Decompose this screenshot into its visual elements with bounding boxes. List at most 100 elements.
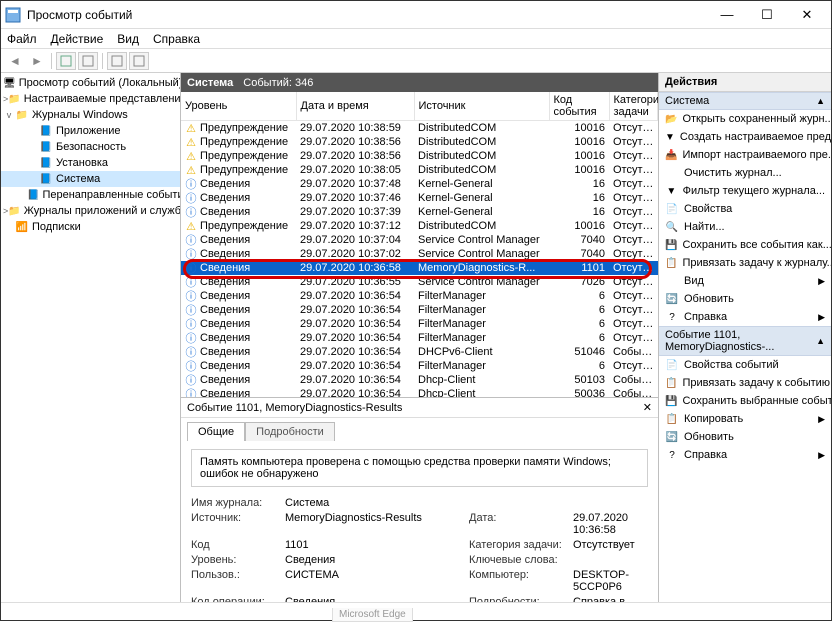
tree-item[interactable]: 📘Система	[1, 171, 180, 187]
tree-item[interactable]: >📁Настраиваемые представления	[1, 91, 180, 107]
col-level[interactable]: Уровень	[181, 92, 296, 121]
action-item[interactable]: ?Справка▶	[659, 446, 831, 464]
folder-icon: 📁	[8, 204, 20, 218]
table-row[interactable]: Сведения29.07.2020 10:36:55Service Contr…	[181, 275, 658, 289]
event-grid[interactable]: Уровень Дата и время Источник Код событи…	[181, 92, 658, 397]
menu-file[interactable]: Файл	[7, 32, 37, 46]
info-icon	[185, 346, 197, 358]
warning-icon	[185, 150, 197, 162]
action-item[interactable]: 📋Привязать задачу к журналу...	[659, 254, 831, 272]
nav-back-icon[interactable]: ◄	[5, 52, 25, 70]
table-row[interactable]: Предупреждение29.07.2020 10:37:12Distrib…	[181, 219, 658, 233]
folder-icon: 📁	[8, 92, 20, 106]
import-icon: 📥	[665, 148, 677, 162]
filter-icon: ▼	[665, 130, 675, 144]
toolbar-btn-1[interactable]	[56, 52, 76, 70]
table-row[interactable]: Сведения29.07.2020 10:37:02Service Contr…	[181, 247, 658, 261]
info-icon	[185, 206, 197, 218]
menubar: Файл Действие Вид Справка	[1, 29, 831, 49]
table-row[interactable]: Сведения29.07.2020 10:36:54FilterManager…	[181, 317, 658, 331]
maximize-button[interactable]: ☐	[747, 2, 787, 28]
menu-action[interactable]: Действие	[51, 32, 104, 46]
minimize-button[interactable]: —	[707, 2, 747, 28]
action-item[interactable]: 💾Сохранить все события как...	[659, 236, 831, 254]
action-item[interactable]: 🔄Обновить	[659, 290, 831, 308]
table-row[interactable]: Сведения29.07.2020 10:36:54FilterManager…	[181, 303, 658, 317]
action-item[interactable]: 📂Открыть сохраненный журн...	[659, 110, 831, 128]
action-item[interactable]: 💾Сохранить выбранные событ...	[659, 392, 831, 410]
tree-item[interactable]: 🖥Просмотр событий (Локальный)	[1, 75, 180, 91]
action-item[interactable]: 🔍Найти...	[659, 218, 831, 236]
nav-tree[interactable]: 🖥Просмотр событий (Локальный)>📁Настраива…	[1, 73, 181, 602]
tree-item[interactable]: v📁Журналы Windows	[1, 107, 180, 123]
table-row[interactable]: Сведения29.07.2020 10:36:54DHCPv6-Client…	[181, 345, 658, 359]
window-title: Просмотр событий	[27, 8, 707, 22]
table-row[interactable]: Сведения29.07.2020 10:37:04Service Contr…	[181, 233, 658, 247]
find-icon: 🔍	[665, 220, 679, 234]
table-row[interactable]: Сведения29.07.2020 10:36:54FilterManager…	[181, 359, 658, 373]
info-icon	[185, 276, 197, 288]
info-icon	[185, 360, 197, 372]
table-row[interactable]: Сведения29.07.2020 10:36:54Dhcp-Client50…	[181, 387, 658, 397]
menu-help[interactable]: Справка	[153, 32, 200, 46]
table-row[interactable]: Сведения29.07.2020 10:36:54FilterManager…	[181, 331, 658, 345]
copy-icon: 📋	[665, 412, 679, 426]
table-row[interactable]: Сведения29.07.2020 10:36:54FilterManager…	[181, 289, 658, 303]
info-icon	[185, 318, 197, 330]
tree-item[interactable]: 📘Безопасность	[1, 139, 180, 155]
tree-item[interactable]: >📁Журналы приложений и служб	[1, 203, 180, 219]
action-item[interactable]: 📥Импорт настраиваемого пре...	[659, 146, 831, 164]
details-close-icon[interactable]: ✕	[643, 401, 652, 414]
props-icon: 📄	[665, 358, 679, 372]
menu-view[interactable]: Вид	[117, 32, 139, 46]
toolbar-btn-4[interactable]	[129, 52, 149, 70]
action-item[interactable]: ?Справка▶	[659, 308, 831, 326]
info-icon	[185, 388, 197, 397]
action-item[interactable]: 📋Копировать▶	[659, 410, 831, 428]
action-item[interactable]: 📋Привязать задачу к событию...	[659, 374, 831, 392]
action-item[interactable]: ▼Фильтр текущего журнала...	[659, 182, 831, 200]
warning-icon	[185, 136, 197, 148]
tree-item[interactable]: 📘Установка	[1, 155, 180, 171]
table-row[interactable]: Сведения29.07.2020 10:37:48Kernel-Genera…	[181, 177, 658, 191]
table-row[interactable]: Сведения29.07.2020 10:36:54Dhcp-Client50…	[181, 373, 658, 387]
table-row[interactable]: Предупреждение29.07.2020 10:38:05Distrib…	[181, 163, 658, 177]
titlebar[interactable]: Просмотр событий — ☐ ✕	[1, 1, 831, 29]
tree-item[interactable]: 📘Перенаправленные события	[1, 187, 180, 203]
tree-item[interactable]: 📘Приложение	[1, 123, 180, 139]
tree-item[interactable]: 📶Подписки	[1, 219, 180, 235]
info-icon	[185, 248, 197, 260]
event-details-panel: Событие 1101, MemoryDiagnostics-Results …	[181, 397, 658, 602]
toolbar-btn-2[interactable]	[78, 52, 98, 70]
col-datetime[interactable]: Дата и время	[296, 92, 414, 121]
table-row[interactable]: Сведения29.07.2020 10:37:39Kernel-Genera…	[181, 205, 658, 219]
action-item[interactable]: Очистить журнал...	[659, 164, 831, 182]
folder-icon: 📁	[15, 108, 29, 122]
col-taskcat[interactable]: Категория задачи	[609, 92, 658, 121]
action-item[interactable]: ▼Создать настраиваемое предс...	[659, 128, 831, 146]
nav-fwd-icon[interactable]: ►	[27, 52, 47, 70]
table-row[interactable]: Предупреждение29.07.2020 10:38:59Distrib…	[181, 121, 658, 136]
action-item[interactable]: 📄Свойства событий	[659, 356, 831, 374]
table-row[interactable]: Сведения29.07.2020 10:36:58MemoryDiagnos…	[181, 261, 658, 275]
close-button[interactable]: ✕	[787, 2, 827, 28]
statusbar	[1, 602, 831, 620]
table-row[interactable]: Сведения29.07.2020 10:37:46Kernel-Genera…	[181, 191, 658, 205]
col-eventid[interactable]: Код события	[549, 92, 609, 121]
action-item[interactable]: 📄Свойства	[659, 200, 831, 218]
info-icon	[185, 374, 197, 386]
table-row[interactable]: Предупреждение29.07.2020 10:38:56Distrib…	[181, 135, 658, 149]
open-icon: 📂	[665, 112, 677, 126]
action-item[interactable]: Вид▶	[659, 272, 831, 290]
view-icon	[665, 274, 679, 288]
edge-tooltip: Microsoft Edge	[332, 608, 413, 622]
details-title: Событие 1101, MemoryDiagnostics-Results	[187, 402, 402, 414]
tab-general[interactable]: Общие	[187, 422, 245, 441]
col-source[interactable]: Источник	[414, 92, 549, 121]
tab-details[interactable]: Подробности	[245, 422, 335, 441]
app-icon: 🖥	[3, 76, 16, 90]
toolbar-btn-3[interactable]	[107, 52, 127, 70]
table-row[interactable]: Предупреждение29.07.2020 10:38:56Distrib…	[181, 149, 658, 163]
action-item[interactable]: 🔄Обновить	[659, 428, 831, 446]
log-name: Система	[187, 77, 233, 89]
